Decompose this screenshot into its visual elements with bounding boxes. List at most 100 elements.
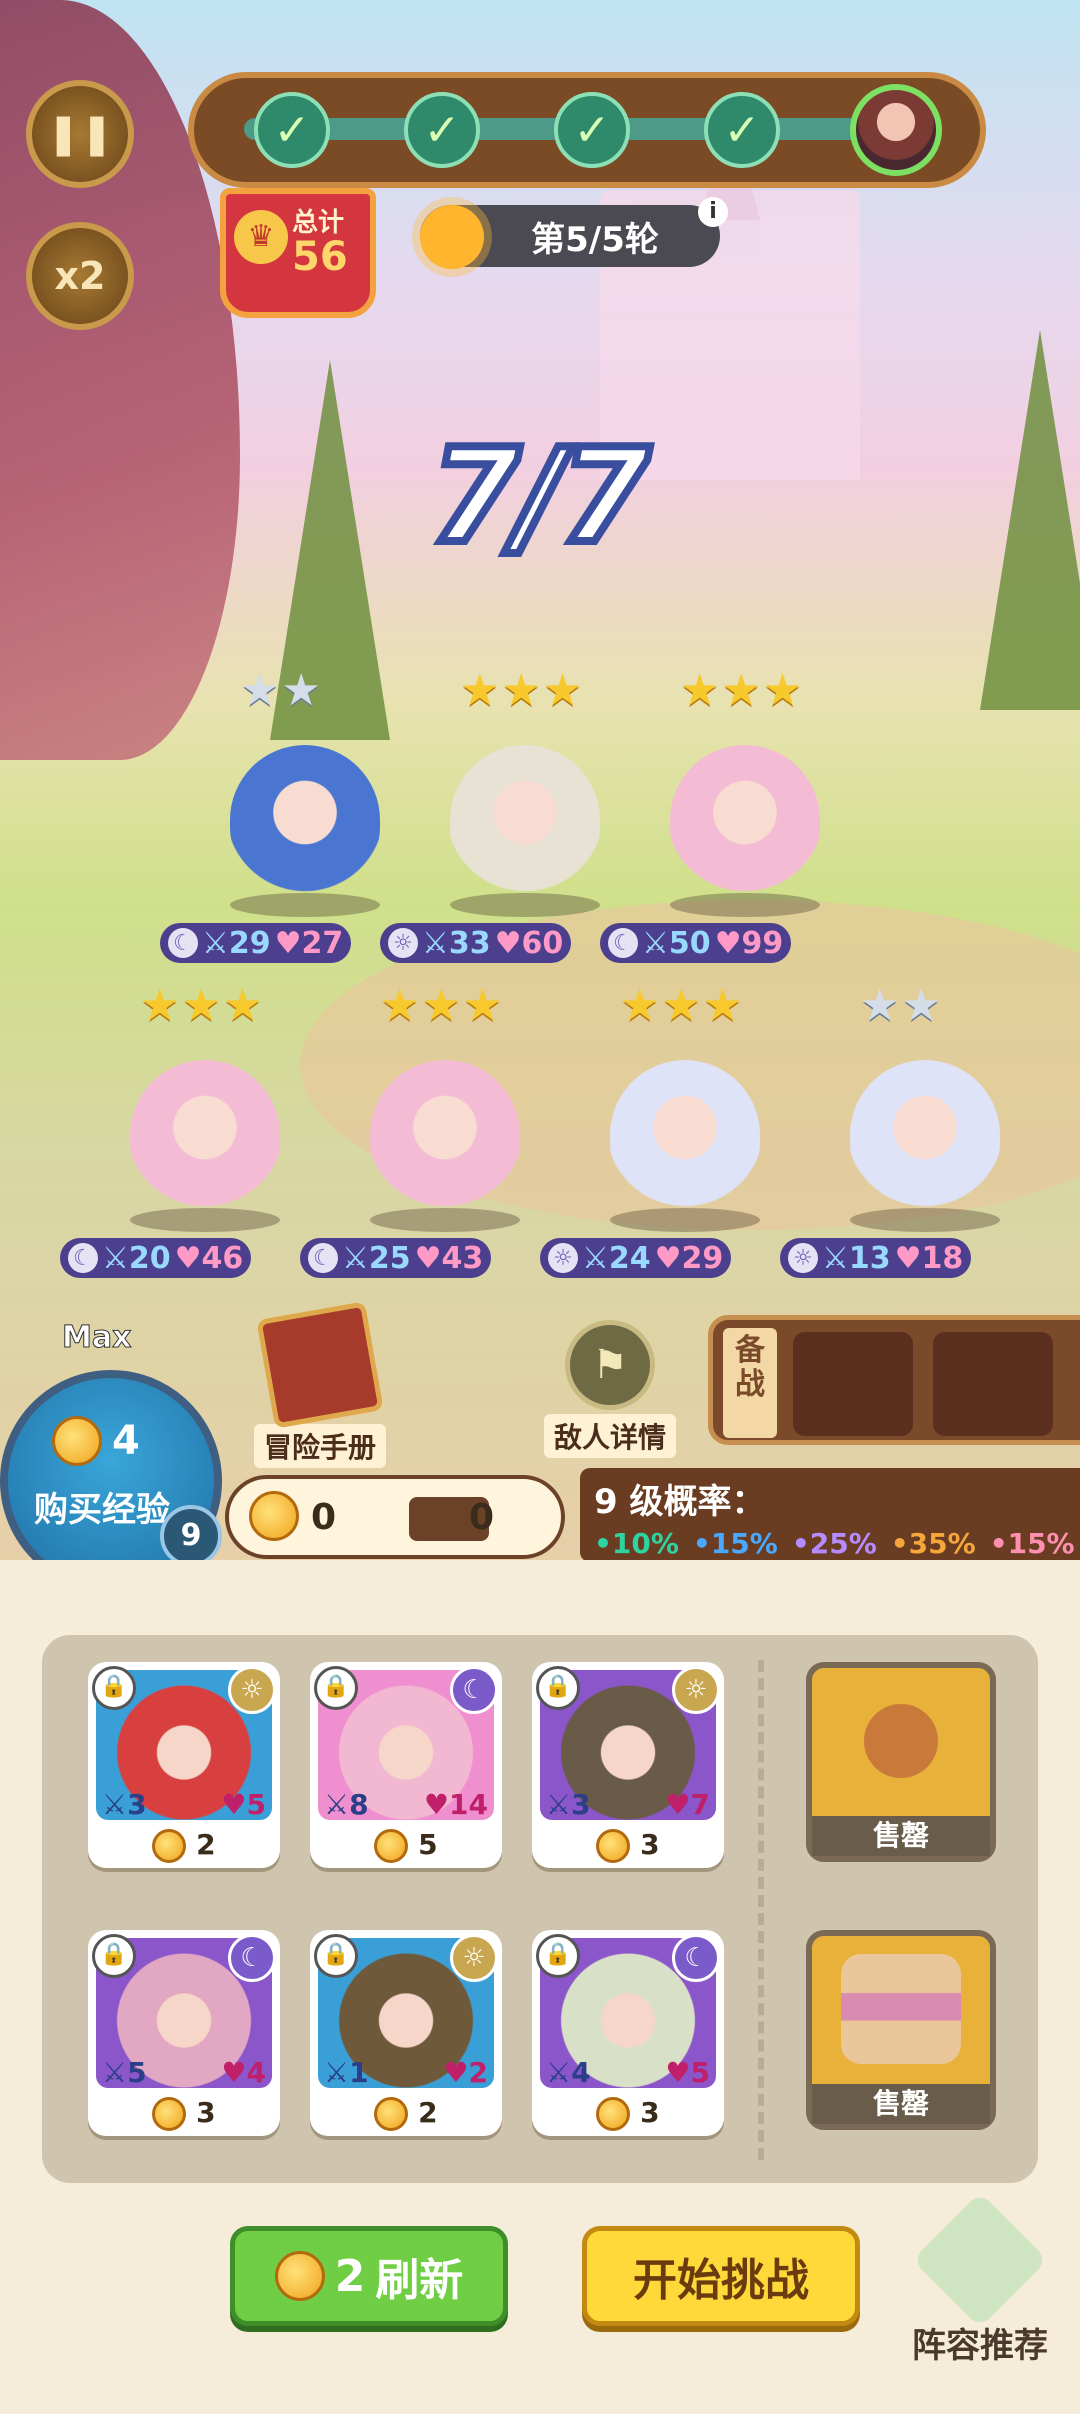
unit-shadow [670, 893, 820, 917]
unit-stats: ☼ ⚔33 ♥60 [380, 923, 572, 963]
bench-slot[interactable] [793, 1332, 913, 1436]
adventure-book-button[interactable]: 冒险手册 [250, 1301, 390, 1468]
crown-icon: ♛ [234, 210, 288, 264]
coin-icon [596, 2097, 631, 2131]
unit-hp: ♥18 [894, 1240, 964, 1276]
shop-hero-card[interactable]: 🔒 ☼ ⚔3 ♥7 3 [532, 1662, 724, 1868]
adventure-book-label: 冒险手册 [253, 1424, 386, 1468]
pause-button[interactable]: ❚❚ [26, 80, 134, 188]
card-cost: 2 [310, 2096, 502, 2131]
unit-hero[interactable] [370, 1060, 520, 1210]
unit-stats: ☾ ⚔25 ♥43 [300, 1238, 492, 1278]
round-label: 第5/5轮 [531, 219, 659, 260]
coin-icon [249, 1491, 299, 1541]
unit-hp: ♥60 [494, 925, 564, 961]
refresh-button[interactable]: 2 刷新 [230, 2226, 508, 2326]
level-badge: 9 [160, 1505, 222, 1567]
sold-out-label: 售罄 [812, 1816, 990, 1856]
unit-shadow [130, 1208, 280, 1232]
moon-element-icon: ☾ [608, 928, 638, 958]
odds-value: •15% [692, 1527, 778, 1560]
bench-slot[interactable] [933, 1332, 1053, 1436]
unit-hero[interactable] [610, 1060, 760, 1210]
info-icon[interactable]: i [698, 197, 728, 227]
enemy-details-button[interactable]: ⚑ 敌人详情 [540, 1320, 680, 1458]
unit-hero[interactable] [230, 745, 380, 895]
sun-element-icon: ☼ [548, 1243, 578, 1273]
shop-hero-card[interactable]: 🔒 ☾ ⚔4 ♥5 3 [532, 1930, 724, 2136]
gold-amount: 0 [311, 1497, 337, 1538]
recommend-label: 阵容推荐 [912, 2326, 1048, 2366]
card-cost: 3 [532, 1828, 724, 1863]
sun-element-icon: ☼ [228, 1666, 276, 1714]
odds-value: •15% [989, 1527, 1075, 1560]
shop-hero-card[interactable]: 🔒 ☼ ⚔3 ♥5 2 [88, 1662, 280, 1868]
odds-row: •10% •15% •25% •35% •15% [594, 1527, 1075, 1560]
unit-hp: ♥99 [714, 925, 784, 961]
coin-icon [274, 2251, 325, 2301]
unit-hp: ♥27 [274, 925, 344, 961]
unit-hero[interactable] [450, 745, 600, 895]
sun-icon [420, 205, 484, 269]
lock-icon[interactable]: 🔒 [92, 1934, 136, 1978]
sold-out-label: 售罄 [812, 2084, 990, 2124]
speed-button[interactable]: x2 [26, 222, 134, 330]
unit-shadow [610, 1208, 760, 1232]
unit-stats: ☾ ⚔20 ♥46 [60, 1238, 252, 1278]
card-hp: ♥7 [665, 1788, 710, 1821]
card-attack: ⚔3 [102, 1788, 147, 1821]
lock-icon[interactable]: 🔒 [314, 1934, 358, 1978]
stage-progress-bar: ✓ ✓ ✓ ✓ [188, 72, 986, 188]
unit-stars: ★★ [240, 665, 323, 716]
unit-stats: ☼ ⚔13 ♥18 [780, 1238, 972, 1278]
unit-stars: ★★★ [620, 980, 745, 1031]
total-value: 56 [292, 234, 348, 280]
odds-value: •10% [594, 1527, 679, 1560]
check-icon: ✓ [554, 92, 630, 168]
unit-attack: ⚔13 [822, 1240, 891, 1276]
card-attack: ⚔8 [324, 1788, 369, 1821]
unit-stars: ★★★ [140, 980, 265, 1031]
shop-hero-card[interactable]: 🔒 ☾ ⚔8 ♥14 5 [310, 1662, 502, 1868]
sandwich-icon [841, 1954, 961, 2064]
speed-label: x2 [54, 254, 106, 298]
unit-stats: ☼ ⚔24 ♥29 [540, 1238, 732, 1278]
unit-hero[interactable] [670, 745, 820, 895]
shop-item-sandwich[interactable]: 售罄 [806, 1930, 996, 2130]
lock-icon[interactable]: 🔒 [314, 1666, 358, 1710]
lock-icon[interactable]: 🔒 [536, 1934, 580, 1978]
start-label: 开始挑战 [633, 2255, 809, 2306]
card-cost: 3 [88, 2096, 280, 2131]
shop-hero-card[interactable]: 🔒 ☾ ⚔5 ♥4 3 [88, 1930, 280, 2136]
sun-element-icon: ☼ [450, 1934, 498, 1982]
gingerbread-icon [841, 1686, 961, 1796]
shop-hero-card[interactable]: 🔒 ☼ ⚔1 ♥2 2 [310, 1930, 502, 2136]
lineup-recommend-button[interactable]: 阵容推荐 [900, 2192, 1060, 2367]
buy-exp-label: 购买经验 [34, 1490, 170, 1530]
unit-stars: ★★★ [380, 980, 505, 1031]
check-icon: ✓ [704, 92, 780, 168]
unit-shadow [370, 1208, 520, 1232]
unit-attack: ⚔24 [582, 1240, 651, 1276]
level-odds-panel: 9 级概率： •10% •15% •25% •35% •15% [580, 1468, 1080, 1562]
shop-item-gingerbread[interactable]: 售罄 [806, 1662, 996, 1862]
unit-hp: ♥46 [174, 1240, 244, 1276]
unit-hero[interactable] [850, 1060, 1000, 1210]
book-icon [256, 1301, 384, 1429]
moon-element-icon: ☾ [308, 1243, 338, 1273]
lock-icon[interactable]: 🔒 [536, 1666, 580, 1710]
unit-stars: ★★ [860, 980, 943, 1031]
moon-element-icon: ☾ [168, 928, 198, 958]
unit-stats: ☾ ⚔29 ♥27 [160, 923, 352, 963]
enemy-details-label: 敌人详情 [543, 1414, 676, 1458]
odds-value: •35% [890, 1527, 976, 1560]
bench-label: 备战 [723, 1328, 777, 1438]
unit-shadow [850, 1208, 1000, 1232]
card-hp: ♥5 [221, 1788, 266, 1821]
lock-icon[interactable]: 🔒 [92, 1666, 136, 1710]
card-cost: 3 [532, 2096, 724, 2131]
start-challenge-button[interactable]: 开始挑战 [582, 2226, 860, 2326]
unit-hp: ♥43 [414, 1240, 484, 1276]
moon-element-icon: ☾ [450, 1666, 498, 1714]
unit-hero[interactable] [130, 1060, 280, 1210]
